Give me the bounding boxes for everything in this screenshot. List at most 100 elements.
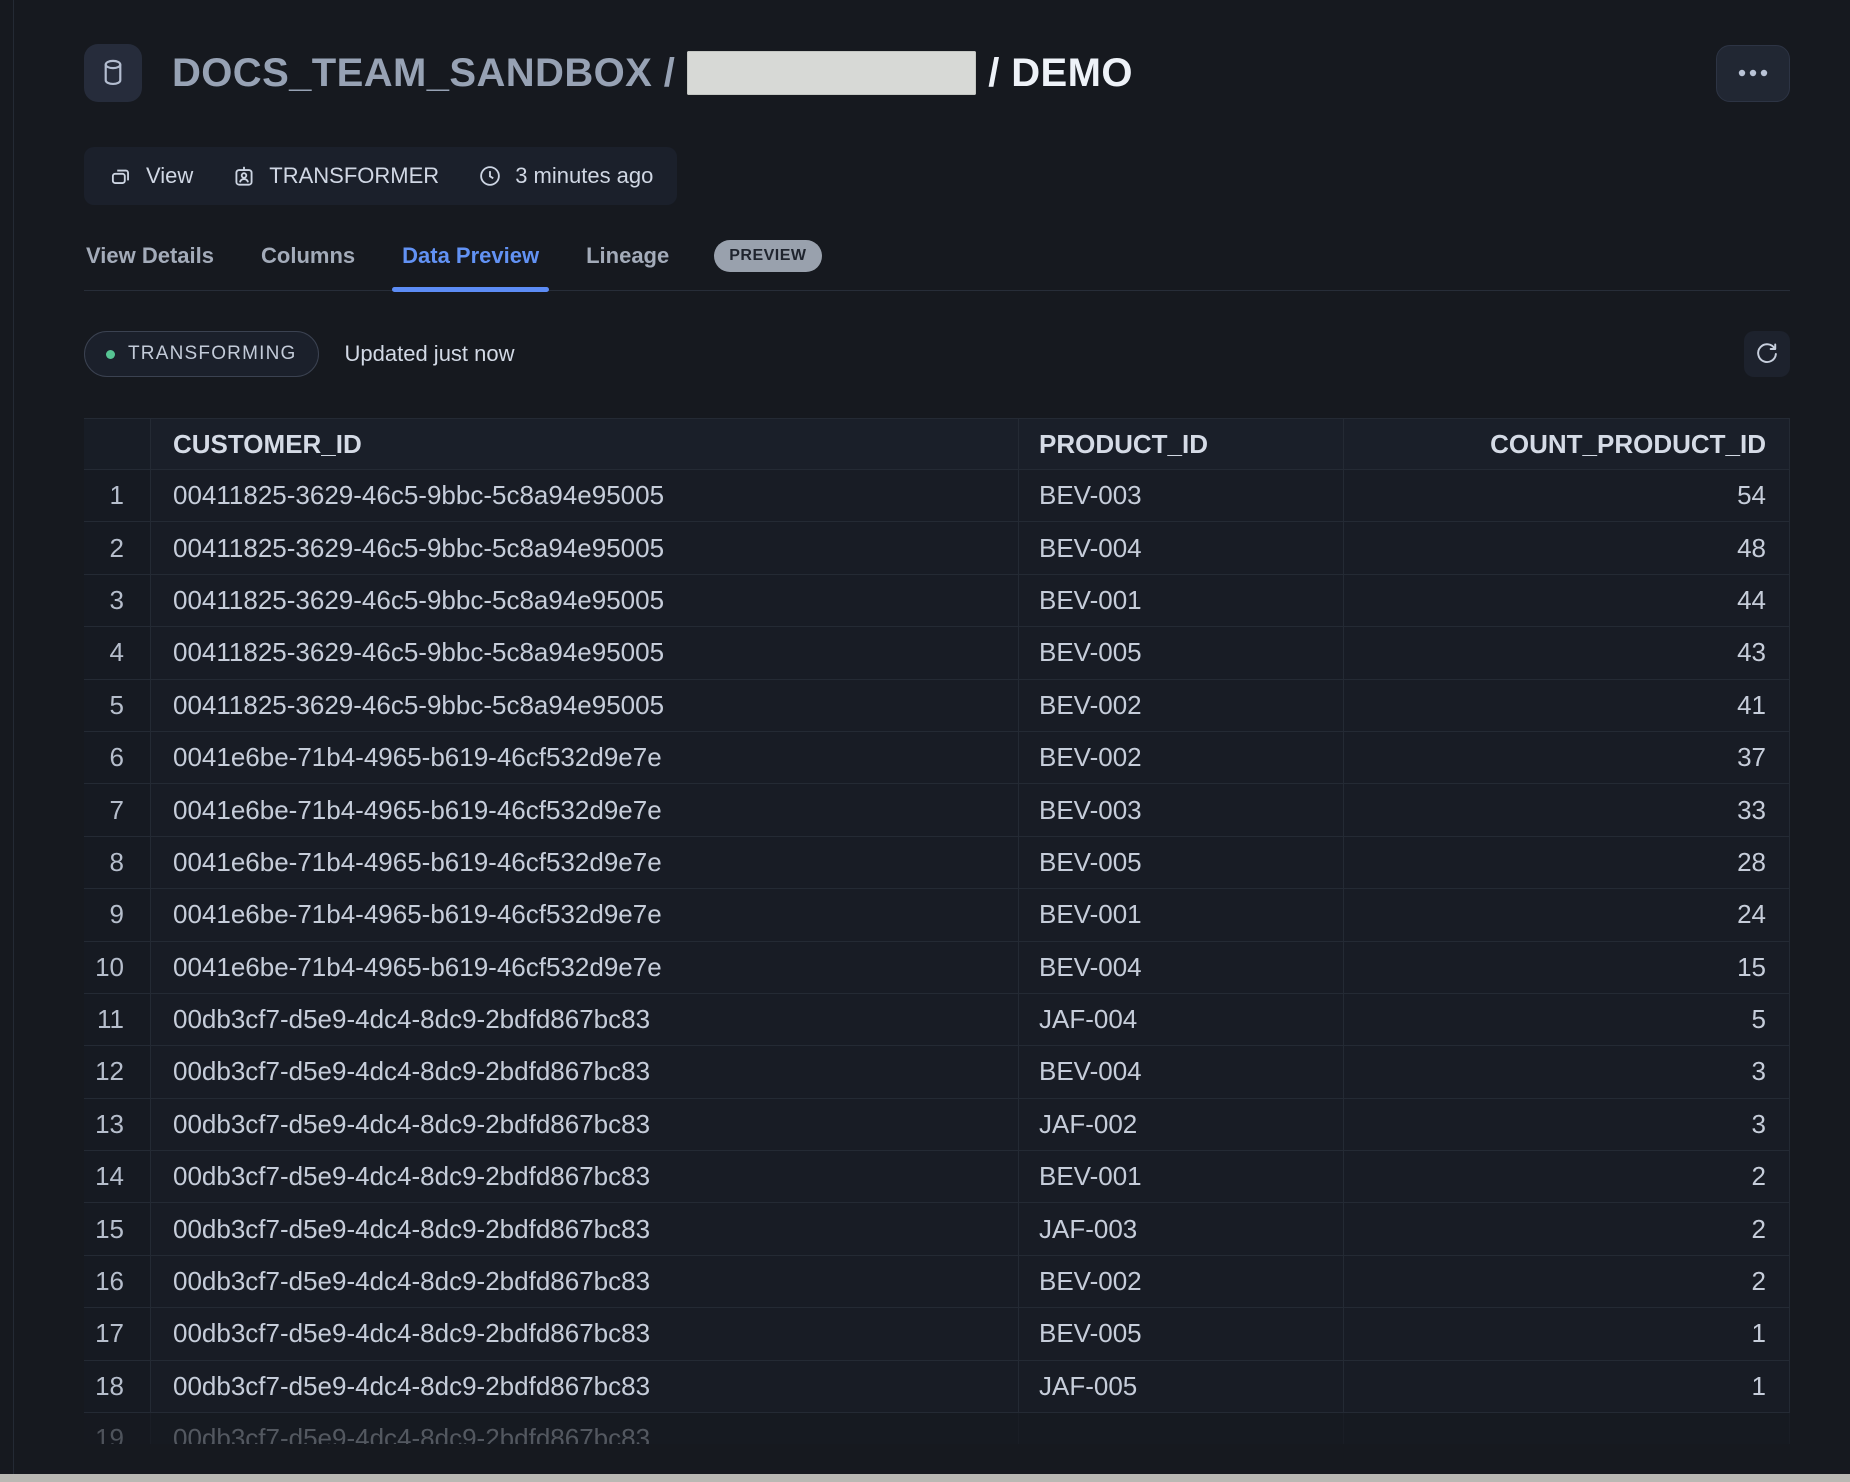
cell-count: 1 xyxy=(1344,1361,1790,1413)
database-cylinder-icon xyxy=(98,56,128,90)
tab-data-preview[interactable]: Data Preview xyxy=(400,243,541,290)
cell-count: 5 xyxy=(1344,994,1790,1046)
cell-product-id xyxy=(1019,1413,1344,1444)
table-row[interactable]: 11 00db3cf7-d5e9-4dc4-8dc9-2bdfd867bc83 … xyxy=(84,994,1790,1046)
table-row[interactable]: 4 00411825-3629-46c5-9bbc-5c8a94e95005 B… xyxy=(84,627,1790,679)
cell-product-id: BEV-002 xyxy=(1019,680,1344,732)
clock-icon xyxy=(477,163,503,189)
cell-count: 44 xyxy=(1344,575,1790,627)
table-row[interactable]: 13 00db3cf7-d5e9-4dc4-8dc9-2bdfd867bc83 … xyxy=(84,1099,1790,1151)
row-index: 9 xyxy=(84,889,151,941)
cell-product-id: BEV-001 xyxy=(1019,1151,1344,1203)
table-row[interactable]: 6 0041e6be-71b4-4965-b619-46cf532d9e7e B… xyxy=(84,732,1790,784)
cell-customer-id: 0041e6be-71b4-4965-b619-46cf532d9e7e xyxy=(151,837,1019,889)
cell-count: 54 xyxy=(1344,470,1790,522)
cell-count: 15 xyxy=(1344,942,1790,994)
table-row[interactable]: 16 00db3cf7-d5e9-4dc4-8dc9-2bdfd867bc83 … xyxy=(84,1256,1790,1308)
table-row[interactable]: 3 00411825-3629-46c5-9bbc-5c8a94e95005 B… xyxy=(84,575,1790,627)
table-row[interactable]: 9 0041e6be-71b4-4965-b619-46cf532d9e7e B… xyxy=(84,889,1790,941)
tab-bar: View Details Columns Data Preview Lineag… xyxy=(84,243,1790,291)
table-row[interactable]: 1 00411825-3629-46c5-9bbc-5c8a94e95005 B… xyxy=(84,470,1790,522)
refresh-button[interactable] xyxy=(1744,331,1790,377)
tab-lineage[interactable]: Lineage xyxy=(584,243,671,290)
cell-product-id: JAF-003 xyxy=(1019,1203,1344,1255)
redacted-schema-segment xyxy=(687,51,976,95)
table-row[interactable]: 12 00db3cf7-d5e9-4dc4-8dc9-2bdfd867bc83 … xyxy=(84,1046,1790,1098)
row-index: 6 xyxy=(84,732,151,784)
status-label: TRANSFORMING xyxy=(128,343,297,365)
row-index: 13 xyxy=(84,1099,151,1151)
table-row[interactable]: 10 0041e6be-71b4-4965-b619-46cf532d9e7e … xyxy=(84,942,1790,994)
cell-customer-id: 00db3cf7-d5e9-4dc4-8dc9-2bdfd867bc83 xyxy=(151,1203,1019,1255)
header-product-id: PRODUCT_ID xyxy=(1019,419,1344,470)
cell-customer-id: 00db3cf7-d5e9-4dc4-8dc9-2bdfd867bc83 xyxy=(151,1361,1019,1413)
row-index: 10 xyxy=(84,942,151,994)
cell-count: 2 xyxy=(1344,1256,1790,1308)
tab-view-details[interactable]: View Details xyxy=(84,243,216,290)
cell-count: 3 xyxy=(1344,1099,1790,1151)
header-customer-id: CUSTOMER_ID xyxy=(151,419,1019,470)
status-badge: TRANSFORMING xyxy=(84,331,319,377)
ellipsis-icon xyxy=(1737,68,1769,78)
table-row[interactable]: 18 00db3cf7-d5e9-4dc4-8dc9-2bdfd867bc83 … xyxy=(84,1361,1790,1413)
table-row[interactable]: 5 00411825-3629-46c5-9bbc-5c8a94e95005 B… xyxy=(84,680,1790,732)
header-count-product-id: COUNT_PRODUCT_ID xyxy=(1344,419,1790,470)
breadcrumb-prefix: DOCS_TEAM_SANDBOX / xyxy=(172,51,675,96)
table-row[interactable]: 19 00db3cf7-d5e9-4dc4-8dc9-2bdfd867bc83 xyxy=(84,1413,1790,1444)
cell-customer-id: 00411825-3629-46c5-9bbc-5c8a94e95005 xyxy=(151,627,1019,679)
table-row[interactable]: 2 00411825-3629-46c5-9bbc-5c8a94e95005 B… xyxy=(84,522,1790,574)
cell-count: 28 xyxy=(1344,837,1790,889)
row-index: 11 xyxy=(84,994,151,1046)
row-index: 16 xyxy=(84,1256,151,1308)
window-bottom-edge xyxy=(0,1474,1850,1482)
row-index: 14 xyxy=(84,1151,151,1203)
cell-product-id: BEV-004 xyxy=(1019,522,1344,574)
table-row[interactable]: 8 0041e6be-71b4-4965-b619-46cf532d9e7e B… xyxy=(84,837,1790,889)
panel-edge-line xyxy=(13,0,14,1474)
cell-product-id: BEV-001 xyxy=(1019,889,1344,941)
row-index: 18 xyxy=(84,1361,151,1413)
table-row[interactable]: 14 00db3cf7-d5e9-4dc4-8dc9-2bdfd867bc83 … xyxy=(84,1151,1790,1203)
cell-customer-id: 00db3cf7-d5e9-4dc4-8dc9-2bdfd867bc83 xyxy=(151,994,1019,1046)
more-actions-button[interactable] xyxy=(1716,45,1790,102)
cell-product-id: BEV-003 xyxy=(1019,470,1344,522)
table-row[interactable]: 7 0041e6be-71b4-4965-b619-46cf532d9e7e B… xyxy=(84,784,1790,836)
transformer-badge-icon xyxy=(231,163,257,189)
database-object-button[interactable] xyxy=(84,44,142,102)
cell-count: 3 xyxy=(1344,1046,1790,1098)
object-role: TRANSFORMER xyxy=(231,163,439,189)
cell-count: 48 xyxy=(1344,522,1790,574)
row-index: 2 xyxy=(84,522,151,574)
cell-product-id: BEV-005 xyxy=(1019,1308,1344,1360)
cell-product-id: BEV-002 xyxy=(1019,732,1344,784)
breadcrumb-suffix: / DEMO xyxy=(988,51,1133,96)
row-index: 8 xyxy=(84,837,151,889)
page-title: DOCS_TEAM_SANDBOX / / DEMO xyxy=(172,51,1133,96)
table-row[interactable]: 15 00db3cf7-d5e9-4dc4-8dc9-2bdfd867bc83 … xyxy=(84,1203,1790,1255)
cell-customer-id: 0041e6be-71b4-4965-b619-46cf532d9e7e xyxy=(151,732,1019,784)
cell-count: 2 xyxy=(1344,1151,1790,1203)
tab-columns[interactable]: Columns xyxy=(259,243,357,290)
object-age-label: 3 minutes ago xyxy=(515,163,653,189)
row-index: 15 xyxy=(84,1203,151,1255)
row-index: 4 xyxy=(84,627,151,679)
cell-product-id: BEV-003 xyxy=(1019,784,1344,836)
cell-customer-id: 00db3cf7-d5e9-4dc4-8dc9-2bdfd867bc83 xyxy=(151,1099,1019,1151)
preview-badge: PREVIEW xyxy=(714,240,821,272)
object-detail-page: DOCS_TEAM_SANDBOX / / DEMO View xyxy=(84,0,1790,1444)
row-index: 3 xyxy=(84,575,151,627)
cell-product-id: BEV-001 xyxy=(1019,575,1344,627)
object-type: View xyxy=(108,163,193,189)
cell-count xyxy=(1344,1413,1790,1444)
row-index: 1 xyxy=(84,470,151,522)
cell-customer-id: 00411825-3629-46c5-9bbc-5c8a94e95005 xyxy=(151,575,1019,627)
cell-product-id: BEV-005 xyxy=(1019,837,1344,889)
row-index: 12 xyxy=(84,1046,151,1098)
row-index: 5 xyxy=(84,680,151,732)
table-body: 1 00411825-3629-46c5-9bbc-5c8a94e95005 B… xyxy=(84,470,1790,1444)
cell-product-id: JAF-004 xyxy=(1019,994,1344,1046)
object-age: 3 minutes ago xyxy=(477,163,653,189)
cell-count: 33 xyxy=(1344,784,1790,836)
cell-count: 41 xyxy=(1344,680,1790,732)
table-row[interactable]: 17 00db3cf7-d5e9-4dc4-8dc9-2bdfd867bc83 … xyxy=(84,1308,1790,1360)
